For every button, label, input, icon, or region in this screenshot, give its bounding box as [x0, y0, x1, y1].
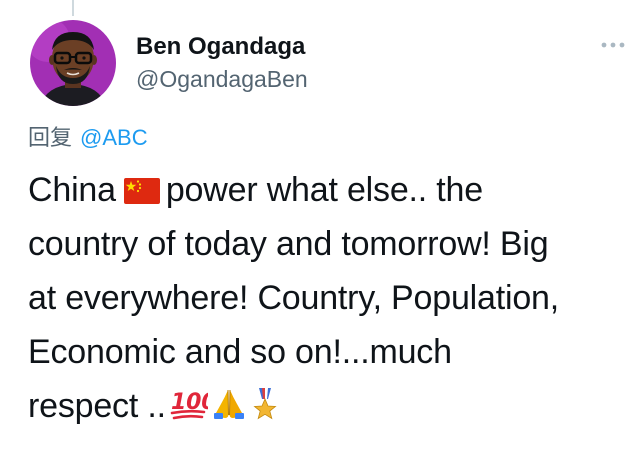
tweet-line: respect .. 100 [28, 379, 628, 433]
thread-connector-line [72, 0, 74, 16]
tweet-line: at everywhere! Country, Population, [28, 271, 628, 325]
tweet-line: Economic and so on!...much [28, 325, 628, 379]
tweet-line-text: country of today and tomorrow! Big [28, 225, 549, 263]
tweet-line-text: Economic and so on!...much [28, 333, 452, 371]
tweet-line-text: China [28, 171, 116, 209]
military-medal-icon [250, 383, 280, 437]
reply-mention-link[interactable]: @ABC [80, 125, 148, 151]
hundred-points-icon: 100 [170, 383, 216, 437]
more-options-button[interactable] [596, 35, 630, 55]
more-horizontal-icon [601, 42, 625, 48]
tweet-line-text: respect .. [28, 387, 166, 425]
tweet-line: country of today and tomorrow! Big [28, 217, 628, 271]
author-handle[interactable]: @OgandagaBen [136, 66, 308, 93]
tweet-text: China power what else.. the country of t… [28, 163, 628, 433]
reply-prefix: 回复 [28, 126, 73, 151]
china-flag-icon [123, 166, 160, 220]
tweet-line: China power what else.. the [28, 163, 628, 217]
avatar-illustration [30, 20, 116, 106]
avatar[interactable] [30, 20, 116, 106]
folded-hands-icon [212, 383, 246, 437]
tweet-line-text: power what else.. the [165, 171, 483, 209]
author-display-name[interactable]: Ben Ogandaga [136, 33, 305, 61]
tweet-line-text: at everywhere! Country, Population, [28, 279, 559, 317]
reply-context: 回复 @ABC [28, 120, 148, 152]
